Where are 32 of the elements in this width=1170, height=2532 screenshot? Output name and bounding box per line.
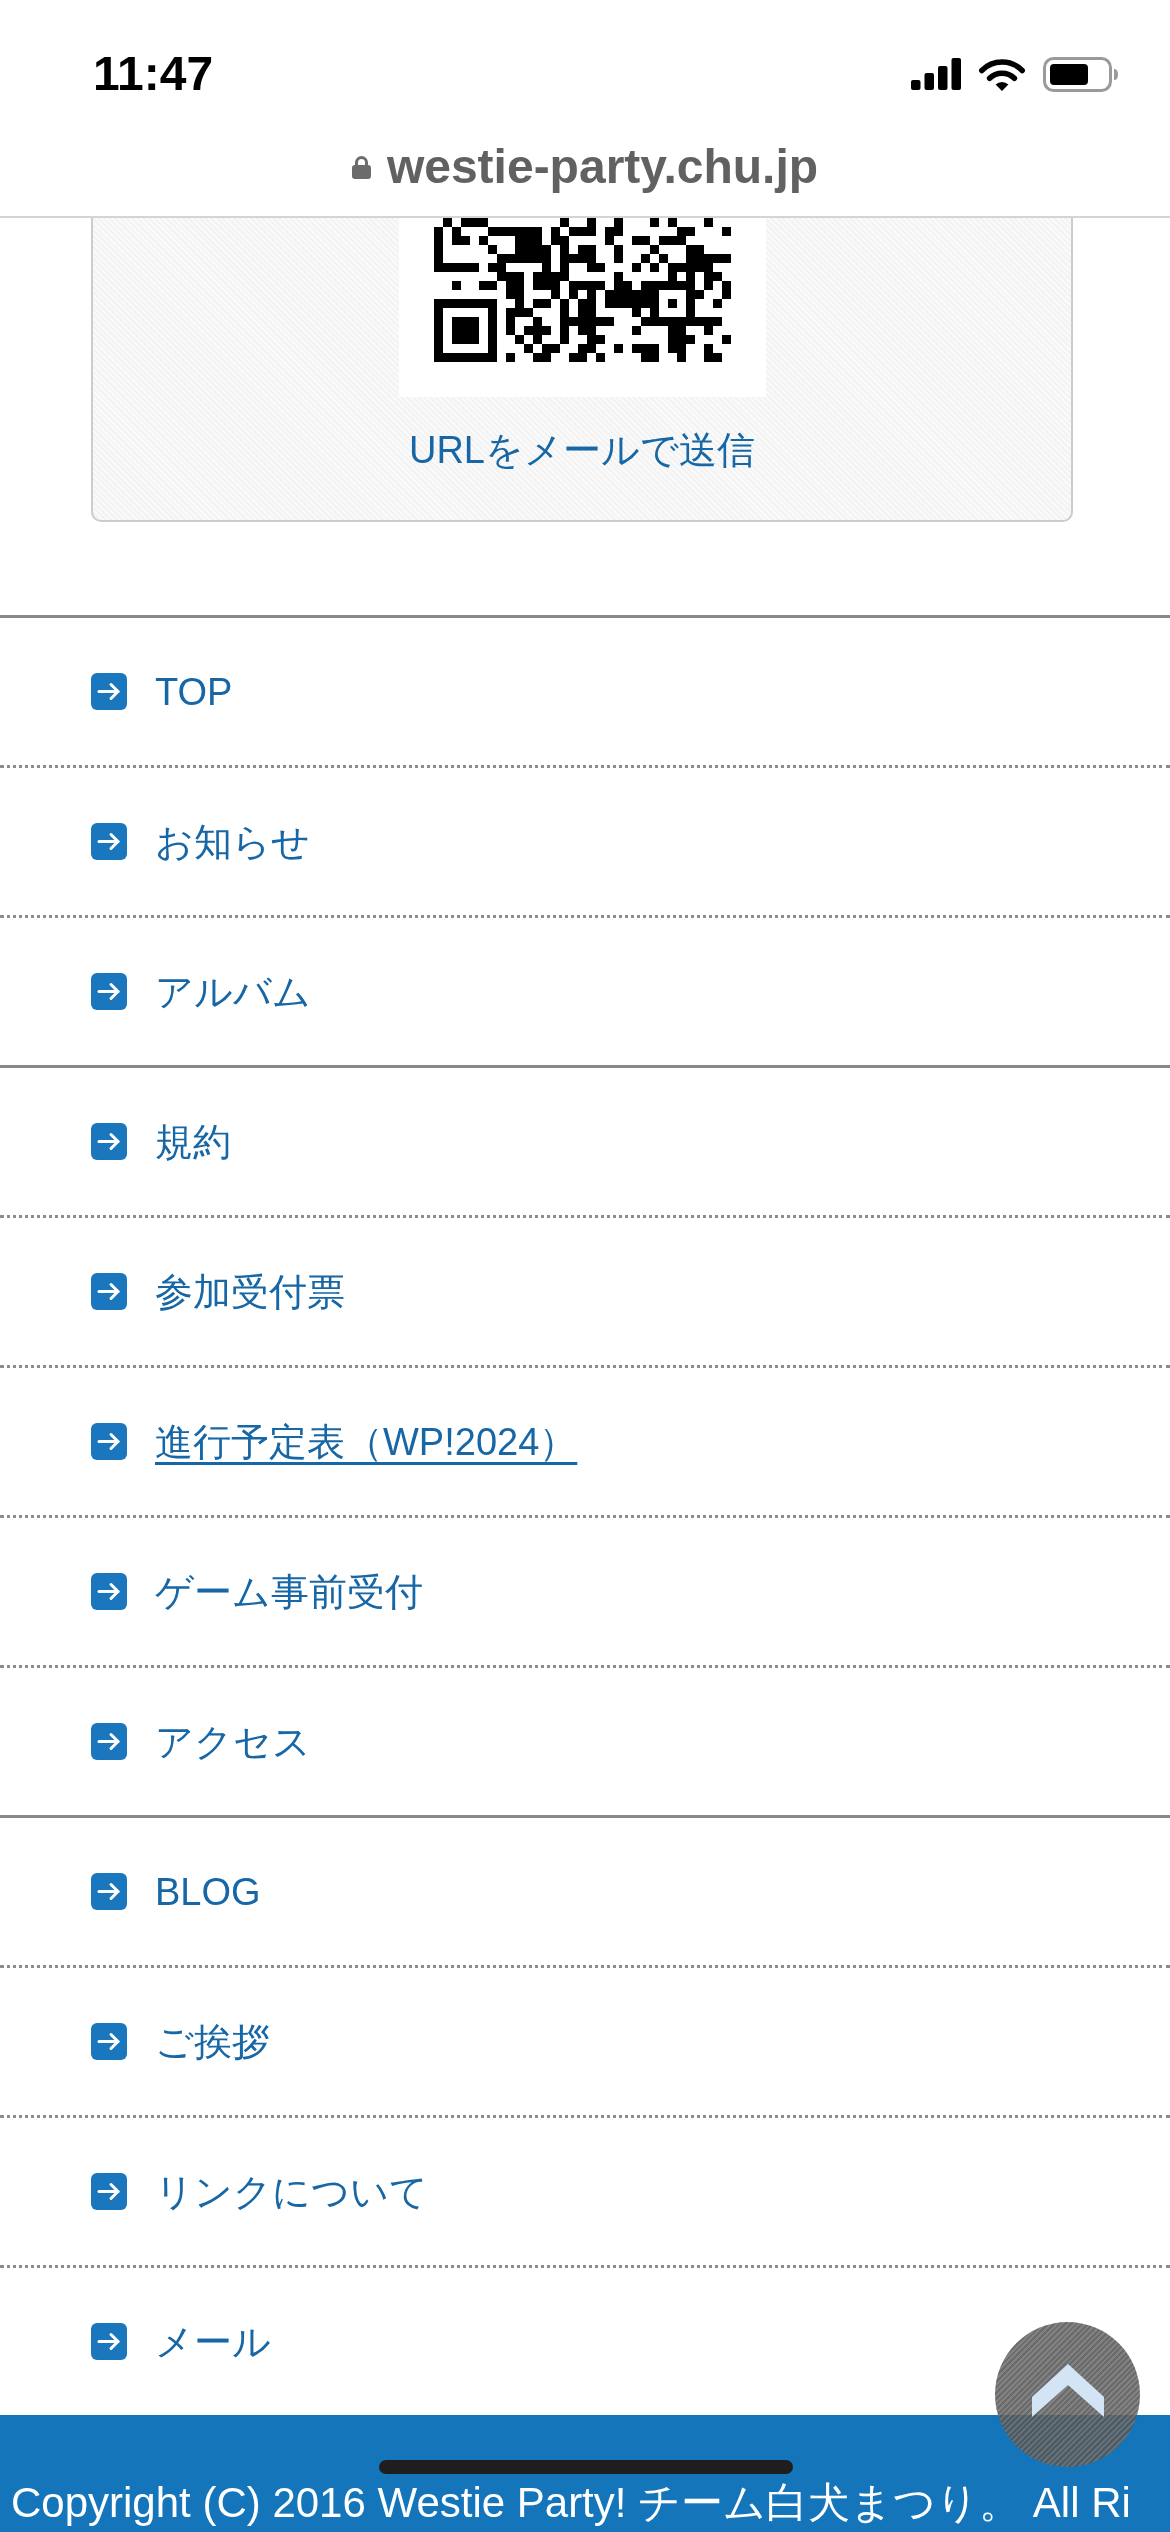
menu-link[interactable]: TOP (155, 668, 233, 715)
arrow-right-icon (91, 1873, 127, 1910)
arrow-right-icon (91, 1423, 127, 1460)
wifi-icon (978, 56, 1026, 92)
menu-link[interactable]: メール (155, 2318, 271, 2365)
menu-link[interactable]: アクセス (155, 1718, 311, 1765)
arrow-right-icon (91, 2023, 127, 2060)
menu-link[interactable]: リンクについて (155, 2168, 428, 2215)
arrow-right-icon (91, 1573, 127, 1610)
arrow-right-icon (91, 973, 127, 1010)
arrow-right-icon (91, 1123, 127, 1160)
menu-link[interactable]: ゲーム事前受付 (155, 1568, 423, 1615)
menu-link[interactable]: アルバム (155, 968, 311, 1015)
arrow-right-icon (91, 673, 127, 710)
menu-link[interactable]: BLOG (155, 1868, 261, 1915)
url-text[interactable]: westie-party.chu.jp (386, 139, 819, 195)
arrow-right-icon (91, 2323, 127, 2360)
menu-link[interactable]: ご挨拶 (155, 2018, 270, 2065)
menu-link[interactable]: お知らせ (155, 818, 310, 865)
arrow-right-icon (91, 1723, 127, 1760)
email-url-link[interactable]: URLをメールで送信 (409, 427, 755, 473)
menu-link[interactable]: 進行予定表（WP!2024） (155, 1418, 578, 1465)
arrow-right-icon (91, 1273, 127, 1310)
battery-icon (1043, 56, 1118, 92)
menu-link[interactable]: 参加受付票 (155, 1268, 345, 1315)
copyright-text: Copyright (C) 2016 Westie Party! チーム白犬まつり。 All Ri (11, 2479, 1131, 2527)
arrow-right-icon (91, 823, 127, 860)
signal-icon (911, 58, 961, 90)
chevron-up-icon (1031, 2364, 1104, 2417)
arrow-right-icon (91, 2173, 127, 2210)
status-time: 11:47 (93, 46, 214, 102)
menu-link[interactable]: 規約 (155, 1118, 231, 1165)
